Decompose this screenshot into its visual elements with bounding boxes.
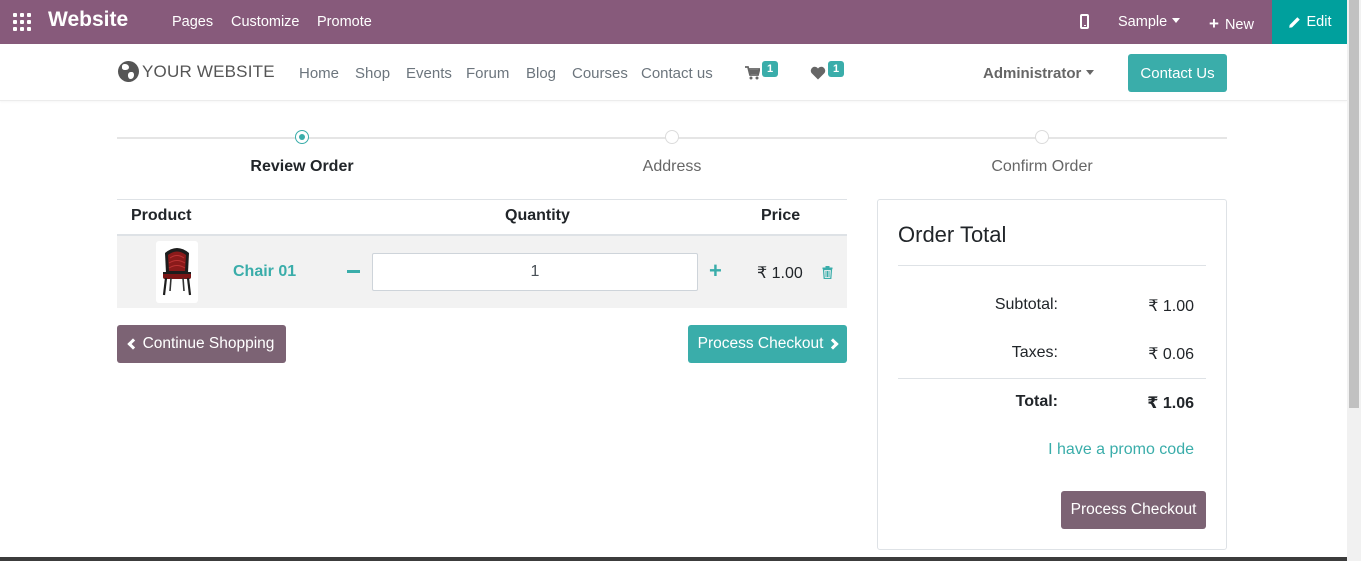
site-logo[interactable]: YOUR WEBSITE (118, 61, 275, 82)
caret-down-icon (1172, 17, 1181, 23)
card-divider (898, 265, 1206, 266)
app-title[interactable]: Website (48, 8, 128, 32)
card-process-checkout-button[interactable]: Process Checkout (1061, 491, 1206, 529)
wishlist-heart-icon[interactable] (810, 66, 826, 80)
cart-icon[interactable] (745, 66, 760, 80)
caret-down-icon (1086, 69, 1095, 75)
new-label: New (1224, 17, 1254, 33)
menu-promote[interactable]: Promote (317, 14, 372, 30)
menu-pages[interactable]: Pages (172, 14, 213, 30)
process-checkout-button[interactable]: Process Checkout (688, 325, 847, 363)
menu-customize[interactable]: Customize (231, 14, 300, 30)
order-total-title: Order Total (898, 222, 1007, 247)
nav-forum[interactable]: Forum (466, 65, 509, 82)
edit-button[interactable]: Edit (1272, 0, 1347, 44)
globe-icon (118, 61, 139, 82)
nav-contact-us[interactable]: Contact us (641, 65, 713, 82)
bottom-edge-bar (0, 557, 1347, 561)
wizard-step-address: Address (642, 158, 702, 175)
sample-label: Sample (1118, 14, 1168, 30)
cart-count-badge: 1 (762, 61, 778, 77)
wizard-step-dot-review (295, 130, 309, 144)
wizard-step-dot-address (665, 130, 679, 144)
wizard-step-review: Review Order (250, 158, 354, 175)
mobile-preview-icon[interactable] (1080, 14, 1089, 29)
process-checkout-label: Process Checkout (697, 335, 824, 352)
column-header-product: Product (131, 207, 192, 224)
nav-courses[interactable]: Courses (572, 65, 628, 82)
odoo-top-bar: Website Pages Customize Promote Sample +… (0, 0, 1347, 44)
user-name: Administrator (983, 65, 1082, 82)
new-button[interactable]: + New (1209, 14, 1254, 34)
taxes-label: Taxes: (1011, 344, 1058, 361)
logo-text: YOUR WEBSITE (142, 61, 275, 81)
chevron-right-icon (827, 338, 840, 350)
plus-icon: + (1209, 14, 1219, 33)
quantity-minus-button[interactable] (347, 270, 360, 273)
column-header-price: Price (761, 207, 801, 224)
edit-label: Edit (1306, 14, 1332, 30)
subtotal-value: ₹ 1.00 (1148, 298, 1194, 315)
column-header-quantity: Quantity (505, 207, 570, 224)
nav-events[interactable]: Events (406, 65, 452, 82)
scrollbar-thumb[interactable] (1349, 0, 1359, 408)
nav-home[interactable]: Home (299, 65, 339, 82)
wizard-step-dot-confirm (1035, 130, 1049, 144)
quantity-input[interactable]: 1 (372, 253, 698, 291)
pencil-icon (1288, 16, 1300, 28)
sample-dropdown[interactable]: Sample (1118, 14, 1181, 30)
trash-icon[interactable] (822, 266, 833, 279)
apps-grid-icon[interactable] (13, 13, 31, 31)
nav-shop[interactable]: Shop (355, 65, 390, 82)
nav-blog[interactable]: Blog (526, 65, 556, 82)
table-top-border (117, 199, 847, 200)
product-name-link[interactable]: Chair 01 (233, 263, 296, 281)
continue-shopping-label: Continue Shopping (142, 335, 275, 352)
product-price: ₹ 1.00 (757, 265, 803, 282)
continue-shopping-button[interactable]: Continue Shopping (117, 325, 286, 363)
total-value: ₹ 1.06 (1147, 395, 1194, 412)
user-menu[interactable]: Administrator (983, 65, 1095, 82)
quantity-plus-button[interactable]: + (709, 260, 722, 282)
wizard-step-confirm: Confirm Order (991, 158, 1093, 175)
card-divider (898, 378, 1206, 379)
taxes-value: ₹ 0.06 (1148, 346, 1194, 363)
total-label: Total: (1015, 393, 1058, 410)
wishlist-count-badge: 1 (828, 61, 844, 77)
chair-image (162, 248, 192, 296)
contact-us-button[interactable]: Contact Us (1128, 54, 1227, 92)
promo-code-link[interactable]: I have a promo code (1000, 441, 1194, 459)
chevron-left-icon (126, 338, 139, 350)
subtotal-label: Subtotal: (994, 296, 1058, 313)
product-thumbnail[interactable] (156, 241, 198, 303)
